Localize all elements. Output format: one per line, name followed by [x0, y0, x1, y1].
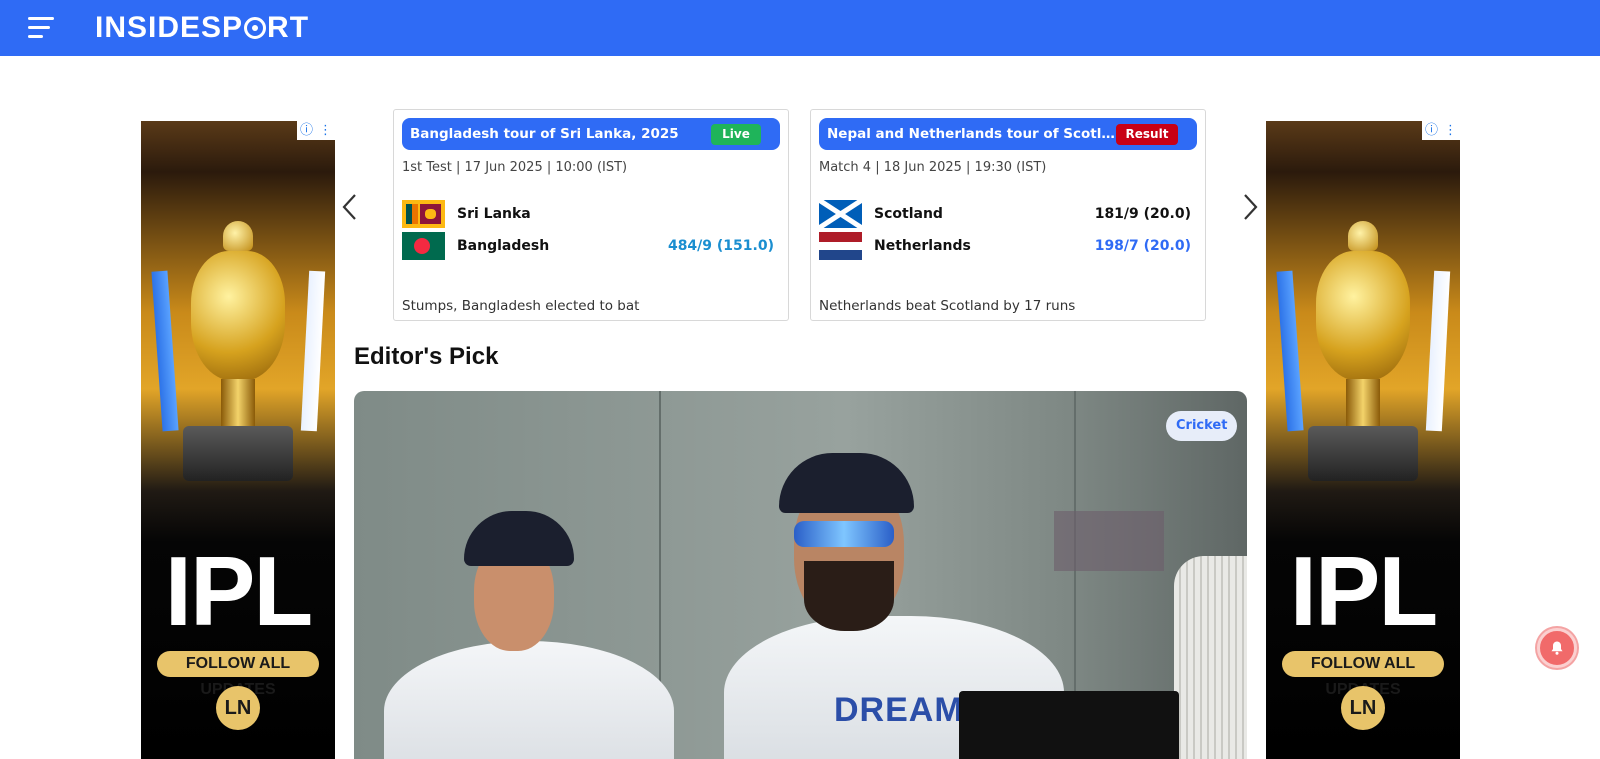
- series-title: Nepal and Netherlands tour of Scotland,.…: [827, 126, 1117, 142]
- ad-banner-left[interactable]: ⓘ ⋮ IPL FOLLOW ALL UPDATES LN: [141, 121, 335, 759]
- player-left-cap: [464, 511, 574, 566]
- team-row: Sri Lanka: [402, 200, 774, 230]
- air-cooler: [1174, 556, 1247, 759]
- bangladesh-flag-icon: [402, 232, 445, 260]
- match-status-text: Netherlands beat Scotland by 17 runs: [819, 298, 1076, 314]
- team-score: 198/7 (20.0): [1094, 238, 1191, 254]
- player-left: [384, 641, 674, 759]
- ad-headline: IPL: [1289, 536, 1438, 646]
- background-window: [1054, 511, 1164, 571]
- chevron-right-icon: [1244, 194, 1258, 220]
- match-meta: 1st Test | 17 Jun 2025 | 10:00 (IST): [402, 160, 628, 175]
- match-meta: Match 4 | 18 Jun 2025 | 19:30 (IST): [819, 160, 1047, 175]
- menu-icon[interactable]: [28, 17, 54, 39]
- player-right-cap: [779, 453, 914, 513]
- sri-lanka-flag-icon: [402, 200, 445, 228]
- site-header: INSIDESP RT: [0, 0, 1600, 56]
- section-title-editors-pick: Editor's Pick: [354, 343, 499, 370]
- ad-menu-icon[interactable]: ⋮: [316, 121, 335, 140]
- ad-brand-logo: LN: [216, 686, 260, 730]
- netherlands-flag-icon: [819, 232, 862, 260]
- team-row: Scotland 181/9 (20.0): [819, 200, 1191, 230]
- team-score: 484/9 (151.0): [667, 238, 774, 254]
- status-badge: Result: [1116, 124, 1178, 145]
- status-badge: Live: [711, 124, 761, 145]
- category-tag[interactable]: Cricket: [1166, 411, 1238, 441]
- player-right-beard: [804, 561, 894, 631]
- carousel-next-button[interactable]: [1235, 190, 1265, 224]
- score-card[interactable]: Bangladesh tour of Sri Lanka, 2025 Live …: [393, 109, 789, 321]
- bell-icon: [1551, 641, 1563, 655]
- player-right-sunglasses: [794, 521, 894, 547]
- team-score: 181/9 (20.0): [1094, 206, 1191, 222]
- team-name: Netherlands: [874, 238, 971, 254]
- jersey-text: DREAM: [834, 691, 964, 729]
- trophy-image: [1288, 221, 1438, 481]
- team-name: Bangladesh: [457, 238, 550, 254]
- editors-pick-hero-image[interactable]: DREAM Cricket: [354, 391, 1247, 759]
- trophy-image: [163, 221, 313, 481]
- notification-bell-button[interactable]: [1537, 628, 1577, 668]
- score-card[interactable]: Nepal and Netherlands tour of Scotland,.…: [810, 109, 1206, 321]
- ad-info-icon[interactable]: ⓘ: [1422, 121, 1441, 140]
- laptop: [959, 691, 1179, 759]
- team-row: Netherlands 198/7 (20.0): [819, 232, 1191, 262]
- series-title: Bangladesh tour of Sri Lanka, 2025: [410, 126, 679, 142]
- team-name: Scotland: [874, 206, 943, 222]
- insidesport-logo[interactable]: INSIDESP RT: [95, 10, 309, 46]
- carousel-prev-button[interactable]: [335, 190, 365, 224]
- ad-cta: FOLLOW ALL UPDATES: [157, 651, 319, 698]
- ad-brand-logo: LN: [1341, 686, 1385, 730]
- ad-banner-right[interactable]: ⓘ ⋮ IPL FOLLOW ALL UPDATES LN: [1266, 121, 1460, 759]
- team-name: Sri Lanka: [457, 206, 531, 222]
- ad-cta: FOLLOW ALL UPDATES: [1282, 651, 1444, 698]
- match-status-text: Stumps, Bangladesh elected to bat: [402, 298, 640, 314]
- series-title-bar: Bangladesh tour of Sri Lanka, 2025 Live: [402, 118, 780, 150]
- ad-menu-icon[interactable]: ⋮: [1441, 121, 1460, 140]
- team-row: Bangladesh 484/9 (151.0): [402, 232, 774, 262]
- series-title-bar: Nepal and Netherlands tour of Scotland,.…: [819, 118, 1197, 150]
- scotland-flag-icon: [819, 200, 862, 228]
- chevron-left-icon: [342, 194, 356, 220]
- ad-headline: IPL: [164, 536, 313, 646]
- ad-info-icon[interactable]: ⓘ: [297, 121, 316, 140]
